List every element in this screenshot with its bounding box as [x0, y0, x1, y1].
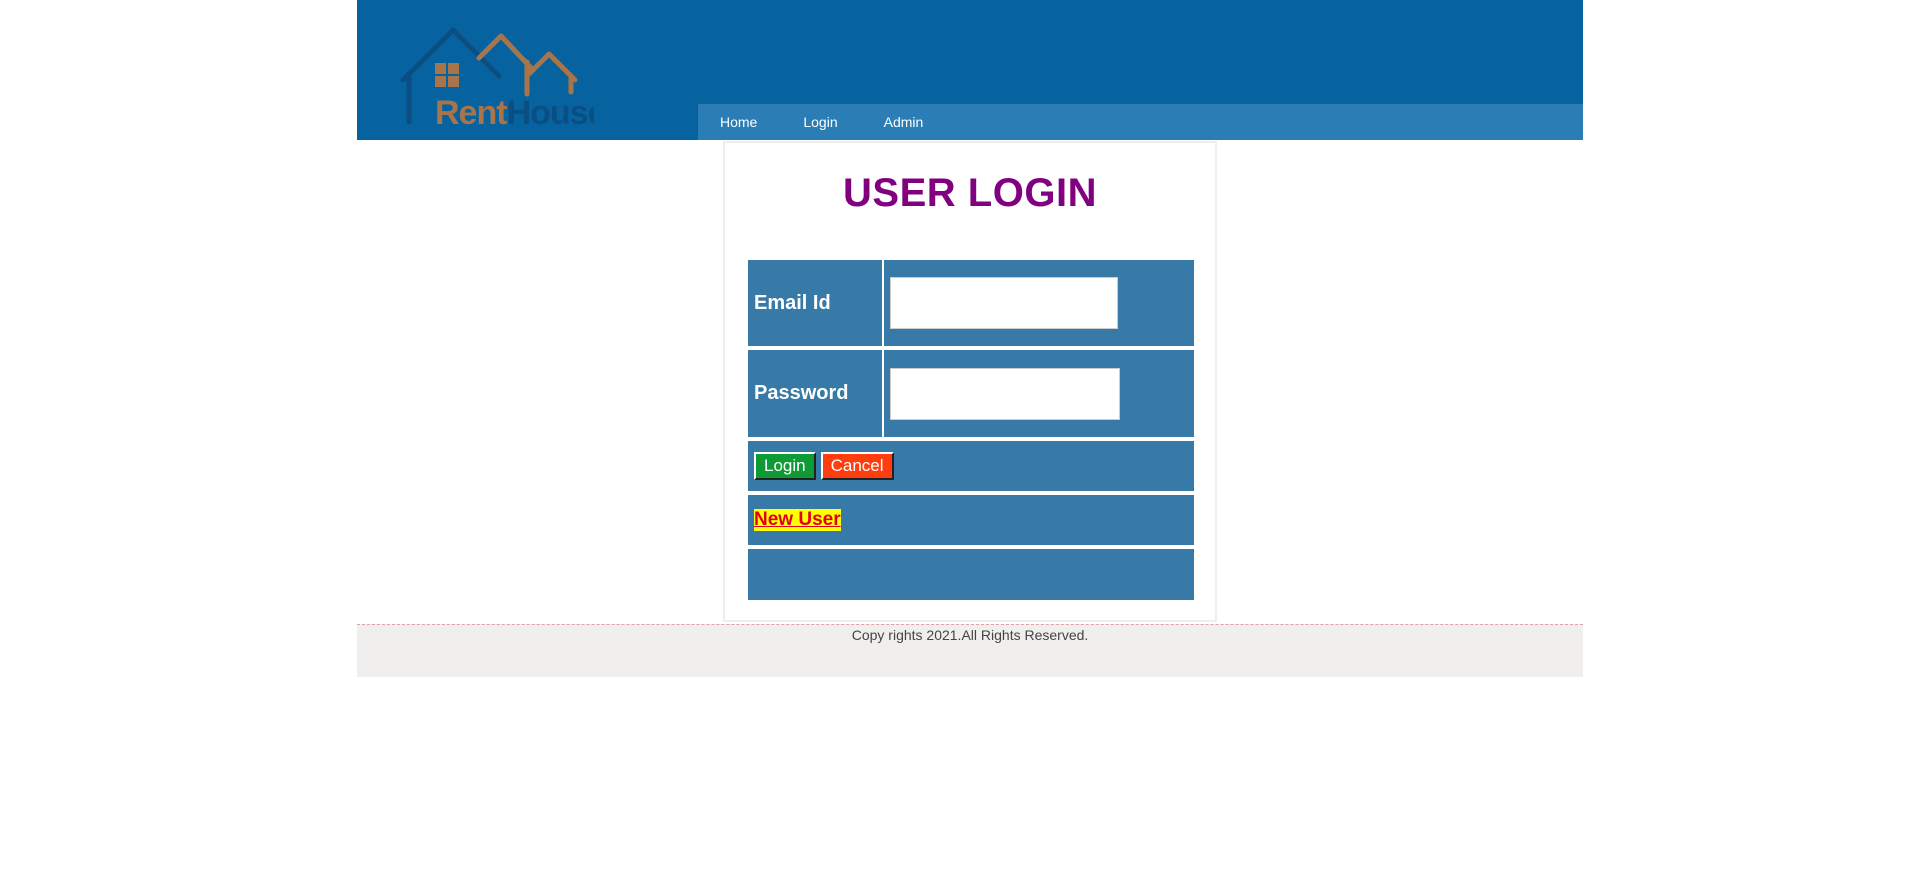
logo-house-text: House [507, 94, 594, 130]
main-nav: Home Login Admin [698, 104, 1583, 140]
email-input-cell [884, 260, 1194, 346]
email-input[interactable] [890, 277, 1118, 329]
new-user-row: New User [748, 495, 1194, 545]
password-input[interactable] [890, 367, 1120, 420]
empty-row [748, 549, 1194, 600]
email-row: Email Id [748, 260, 1194, 346]
house-logo-icon: RentHouse [400, 27, 594, 130]
nav-login-link[interactable]: Login [803, 114, 837, 130]
email-label: Email Id [748, 260, 884, 346]
copyright-text: Copy rights 2021.All Rights Reserved. [851, 627, 1089, 643]
login-title: USER LOGIN [843, 171, 1097, 215]
nav-admin-link[interactable]: Admin [884, 114, 924, 130]
password-input-cell [884, 350, 1194, 437]
nav-home-link[interactable]: Home [720, 114, 757, 130]
login-panel: USER LOGIN Email Id Password Login Cance… [723, 141, 1217, 622]
page: RentHouse Home Login Admin USER LOGIN Em… [0, 0, 1920, 870]
password-row: Password [748, 350, 1194, 437]
site-footer: Copy rights 2021.All Rights Reserved. [357, 624, 1583, 677]
svg-text:RentHouse: RentHouse [435, 94, 594, 130]
password-label: Password [748, 350, 884, 437]
login-button[interactable]: Login [754, 452, 816, 480]
actions-row: Login Cancel [748, 441, 1194, 491]
new-user-link[interactable]: New User [754, 509, 841, 531]
logo-rent-text: Rent [435, 94, 507, 130]
site-wrapper: RentHouse Home Login Admin USER LOGIN Em… [357, 0, 1583, 677]
cancel-button[interactable]: Cancel [820, 452, 894, 480]
site-header: RentHouse Home Login Admin [357, 0, 1583, 140]
renthouse-logo[interactable]: RentHouse [399, 22, 594, 130]
